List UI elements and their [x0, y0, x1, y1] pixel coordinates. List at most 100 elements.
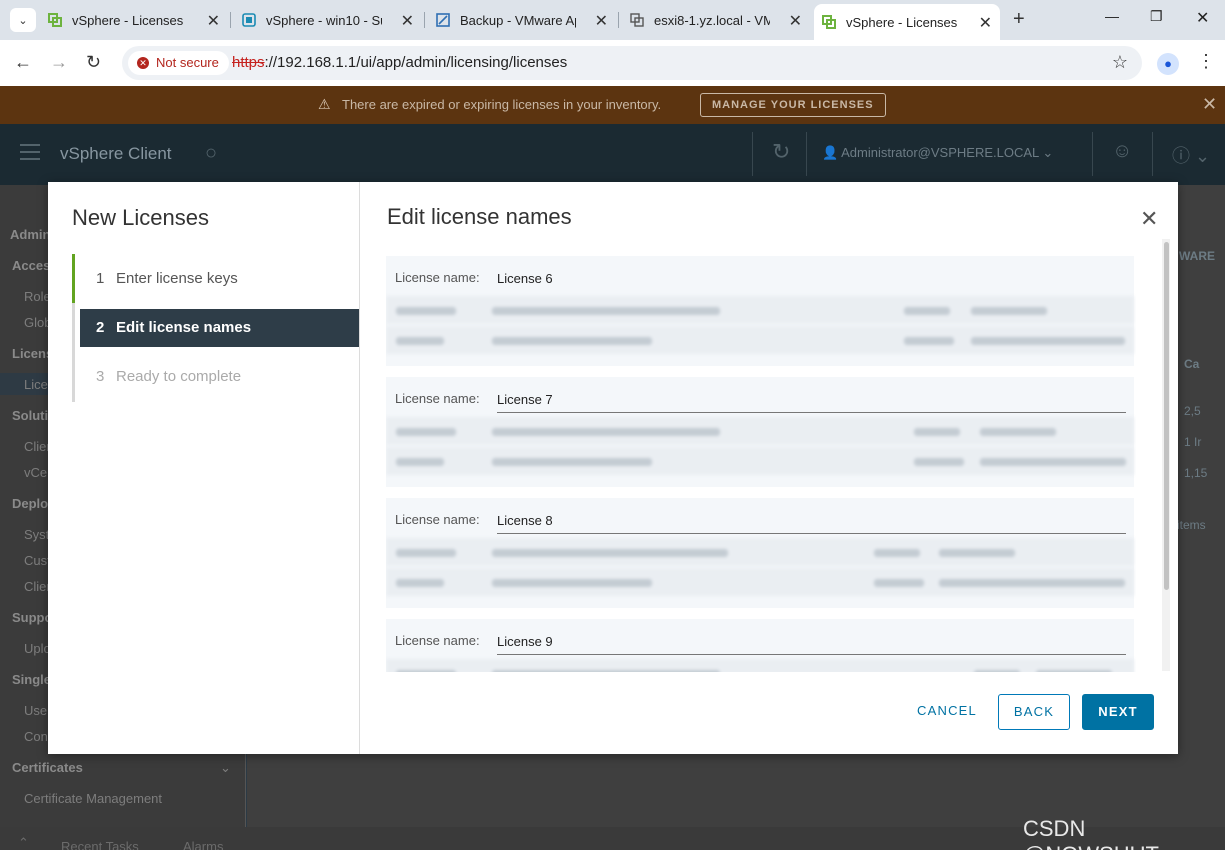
next-button[interactable]: NEXT: [1082, 694, 1154, 730]
window-close-icon[interactable]: ✕: [1196, 8, 1209, 28]
chevron-down-icon[interactable]: ⌄: [220, 760, 231, 776]
refresh-icon[interactable]: ↻: [772, 139, 790, 165]
vsphere-icon: [48, 13, 62, 27]
license-name-input[interactable]: License 6: [497, 270, 1126, 292]
recent-tasks-tab[interactable]: Recent Tasks: [61, 839, 139, 850]
hamburger-menu-icon[interactable]: [20, 144, 40, 160]
wizard-step-1[interactable]: 1 Enter license keys: [96, 260, 238, 298]
security-label: Not secure: [156, 55, 219, 70]
sidebar-item[interactable]: Certificates: [12, 760, 83, 775]
license-card: License name: License 6: [386, 256, 1134, 366]
alarms-tab[interactable]: Alarms: [183, 839, 223, 850]
browser-tab-5-active[interactable]: vSphere - Licenses ✕: [814, 4, 1000, 40]
banner-message: There are expired or expiring licenses i…: [342, 97, 662, 112]
minimize-icon[interactable]: —: [1105, 8, 1119, 24]
manage-licenses-button[interactable]: MANAGE YOUR LICENSES: [700, 93, 886, 117]
url-text[interactable]: https://192.168.1.1/ui/app/admin/licensi…: [232, 54, 567, 71]
browser-menu-icon[interactable]: ⋮: [1197, 51, 1215, 72]
restore-icon[interactable]: ❐: [1150, 8, 1163, 25]
wizard-step-3: 3 Ready to complete: [96, 368, 242, 385]
peek-text: WARE: [1179, 249, 1215, 263]
tab-title: vSphere - Licenses: [846, 14, 958, 30]
close-tab-icon[interactable]: ✕: [401, 11, 414, 31]
tab-search-chevron-icon[interactable]: ⌄: [10, 8, 36, 32]
license-name-input[interactable]: License 9: [497, 633, 1126, 655]
close-icon[interactable]: ✕: [1140, 206, 1158, 232]
license-card: License name: License 9: [386, 619, 1134, 672]
license-list: License name: License 6 License name: Li…: [386, 254, 1136, 672]
wizard-step-2-current[interactable]: 2 Edit license names: [80, 309, 359, 347]
license-name-label: License name:: [395, 270, 480, 285]
esxi-host-icon: [630, 13, 644, 27]
peek-text: items: [1177, 518, 1206, 532]
sidebar-item[interactable]: Single: [12, 672, 51, 687]
tab-title: vSphere - win10 - Sur: [266, 12, 382, 28]
sidebar-item[interactable]: Admin: [10, 227, 50, 242]
new-licenses-wizard: New Licenses 1 Enter license keys 2 Edit l…: [48, 182, 1178, 754]
feedback-smiley-icon[interactable]: ☺: [1112, 140, 1132, 163]
chevron-up-icon[interactable]: ⌃: [18, 835, 29, 850]
watermark: CSDN @NOWSHUT: [1023, 816, 1159, 850]
close-tab-icon[interactable]: ✕: [595, 11, 608, 31]
license-name-input[interactable]: License 7: [497, 391, 1126, 413]
close-tab-icon[interactable]: ✕: [979, 13, 992, 33]
browser-tab-4[interactable]: esxi8-1.yz.local - VM ✕: [622, 6, 810, 34]
peek-text: Ca: [1184, 357, 1200, 371]
redacted-row: [386, 568, 1134, 596]
browser-tab-3[interactable]: Backup - VMware Ap ✕: [428, 6, 616, 34]
vsphere-header: vSphere Client ○ ↻ 👤 Administrator@VSPHE…: [0, 124, 1225, 185]
peek-text: 2,5: [1184, 404, 1201, 418]
tab-title: esxi8-1.yz.local - VM: [654, 12, 770, 28]
browser-tab-2[interactable]: vSphere - win10 - Sur ✕: [234, 6, 422, 34]
vm-console-icon: [242, 13, 256, 27]
license-warning-banner: ⚠ There are expired or expiring licenses…: [0, 86, 1225, 124]
page-title: Edit license names: [387, 204, 572, 229]
browser-tab-strip: ⌄ vSphere - Licenses ✕ vSphere - win10 -…: [0, 0, 1225, 40]
license-name-input[interactable]: License 8: [497, 512, 1126, 534]
wizard-title: New Licenses: [72, 205, 209, 230]
new-tab-icon[interactable]: +: [1013, 8, 1025, 31]
cancel-button[interactable]: CANCEL: [912, 694, 982, 730]
appliance-icon: [436, 13, 450, 27]
security-chip[interactable]: ✕ Not secure: [128, 51, 229, 75]
license-card: License name: License 7: [386, 377, 1134, 487]
license-name-label: License name:: [395, 512, 480, 527]
peek-text: 1,15: [1184, 466, 1208, 480]
vsphere-icon: [822, 15, 836, 29]
sidebar-item[interactable]: Certificate Management: [24, 791, 162, 806]
reload-icon[interactable]: ↻: [86, 52, 101, 73]
help-icon[interactable]: ⓘ ⌄: [1172, 142, 1210, 168]
license-name-label: License name:: [395, 633, 480, 648]
redacted-row: [386, 326, 1134, 354]
peek-text: 1 Ir: [1184, 435, 1202, 449]
back-arrow-icon[interactable]: ←: [14, 52, 32, 73]
redacted-row: [386, 447, 1134, 475]
scrollbar-thumb[interactable]: [1164, 242, 1169, 590]
bookmark-star-icon[interactable]: ☆: [1112, 52, 1128, 73]
user-menu[interactable]: 👤 Administrator@VSPHERE.LOCAL ⌄: [822, 145, 1053, 161]
close-tab-icon[interactable]: ✕: [207, 11, 220, 31]
close-tab-icon[interactable]: ✕: [789, 11, 802, 31]
license-name-label: License name:: [395, 391, 480, 406]
tab-title: vSphere - Licenses: [72, 12, 184, 28]
back-button[interactable]: BACK: [998, 694, 1070, 730]
warning-icon: ✕: [137, 57, 149, 69]
wizard-content: Edit license names ✕ License name: Licen…: [360, 182, 1178, 754]
wizard-steps-pane: New Licenses 1 Enter license keys 2 Edit l…: [48, 182, 360, 754]
warning-triangle-icon: ⚠: [318, 96, 331, 112]
tab-title: Backup - VMware Ap: [460, 12, 576, 28]
license-card: License name: License 8: [386, 498, 1134, 608]
redacted-row: [386, 659, 1134, 672]
profile-avatar-icon[interactable]: ●: [1157, 53, 1179, 75]
omnibox[interactable]: ✕ Not secure https://192.168.1.1/ui/app/…: [122, 46, 1142, 80]
step-rail-completed: [72, 254, 75, 303]
forward-arrow-icon[interactable]: →: [50, 52, 68, 73]
search-icon[interactable]: ○: [205, 142, 217, 165]
address-bar: ← → ↻ ✕ Not secure https://192.168.1.1/u…: [0, 40, 1225, 86]
redacted-row: [386, 296, 1134, 324]
browser-tab-1[interactable]: vSphere - Licenses ✕: [40, 6, 228, 34]
redacted-row: [386, 417, 1134, 445]
app-name: vSphere Client: [60, 144, 172, 163]
banner-close-icon[interactable]: ✕: [1202, 94, 1217, 115]
redacted-row: [386, 538, 1134, 566]
